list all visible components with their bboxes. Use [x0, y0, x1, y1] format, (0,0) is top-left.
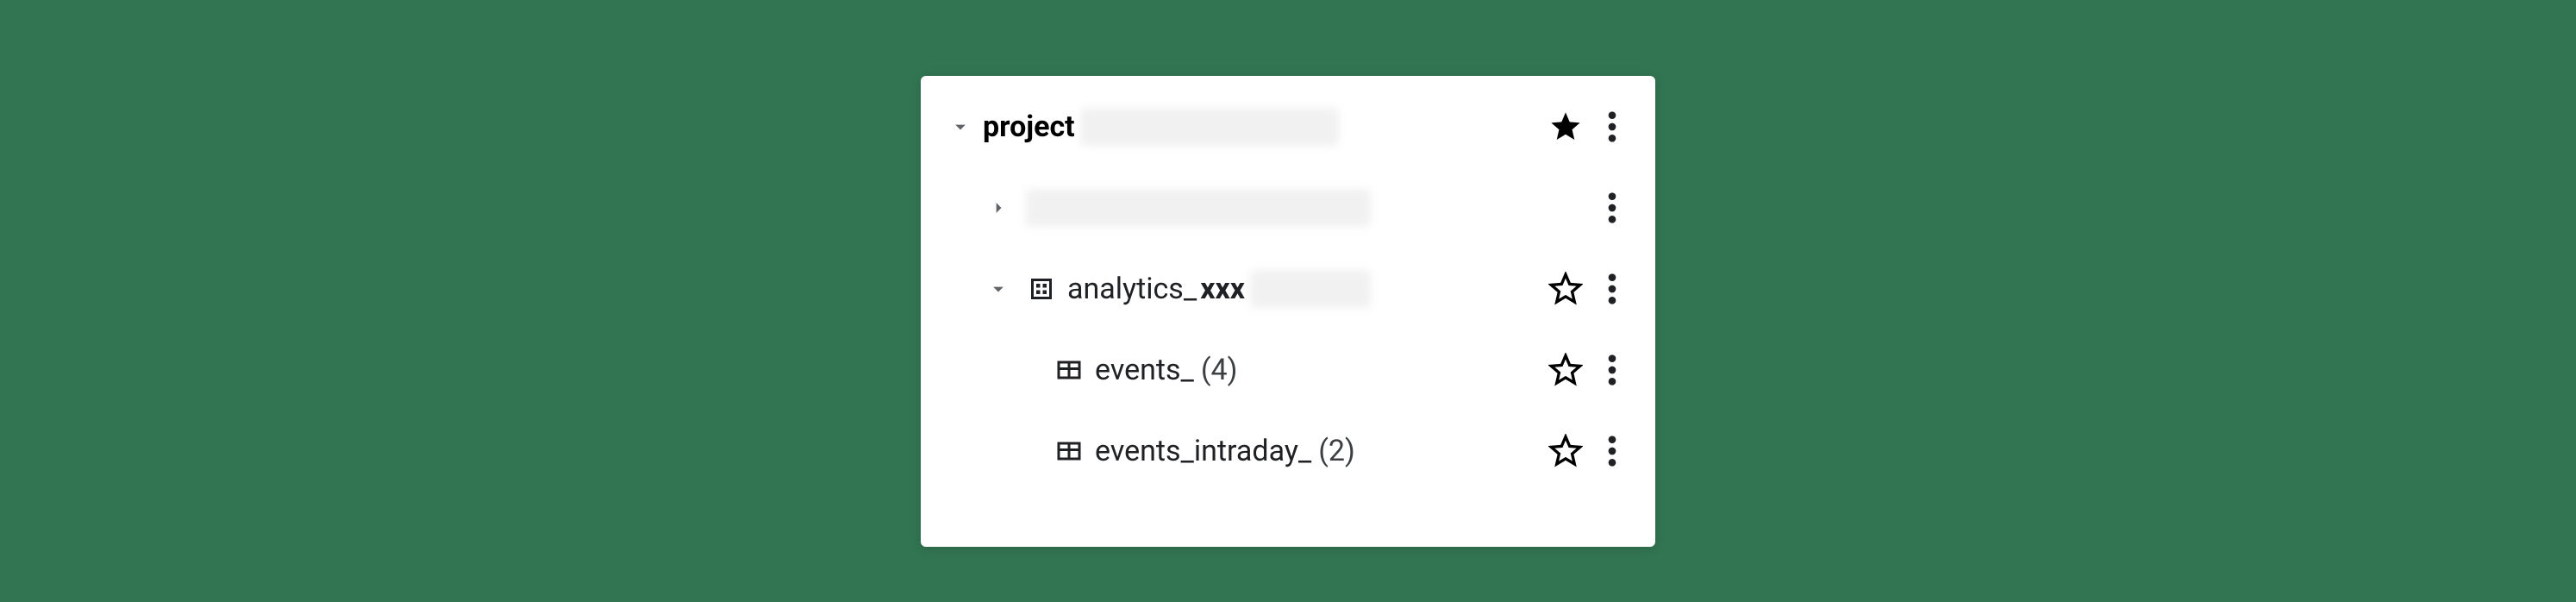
tree-row-dataset-hidden[interactable]: [921, 167, 1655, 248]
star-outline-icon: [1548, 434, 1583, 468]
redacted-text: [1080, 108, 1339, 146]
star-toggle[interactable]: [1541, 353, 1590, 387]
more-vert-icon: [1607, 272, 1617, 306]
table-label: events_intraday_: [1095, 434, 1311, 468]
chevron-down-icon: [986, 277, 1010, 301]
star-filled-icon: [1548, 110, 1583, 144]
more-menu[interactable]: [1595, 434, 1629, 468]
dataset-label-suffix: xxx: [1200, 272, 1245, 306]
dataset-label-prefix: analytics_: [1067, 272, 1197, 306]
star-toggle[interactable]: [1541, 272, 1590, 306]
chevron-down-icon: [948, 115, 972, 139]
more-menu[interactable]: [1595, 110, 1629, 144]
expand-toggle[interactable]: [976, 277, 1021, 301]
table-icon: [1048, 436, 1090, 467]
more-menu[interactable]: [1595, 353, 1629, 387]
expand-toggle[interactable]: [976, 196, 1021, 220]
expand-toggle[interactable]: [938, 115, 983, 139]
star-toggle[interactable]: [1541, 110, 1590, 144]
explorer-tree: project analytics_ xxx: [921, 76, 1655, 547]
table-label: events_: [1095, 353, 1194, 387]
project-label: project: [983, 110, 1075, 144]
star-outline-icon: [1548, 272, 1583, 306]
more-menu[interactable]: [1595, 191, 1629, 225]
table-icon: [1048, 354, 1090, 386]
tree-row-table-events-intraday[interactable]: events_intraday_ (2): [921, 411, 1655, 492]
table-count: (2): [1318, 434, 1355, 468]
tree-row-project[interactable]: project: [921, 86, 1655, 167]
redacted-text: [1026, 189, 1371, 227]
more-menu[interactable]: [1595, 272, 1629, 306]
tree-row-dataset-analytics[interactable]: analytics_ xxx: [921, 248, 1655, 329]
chevron-right-icon: [986, 196, 1010, 220]
star-outline-icon: [1548, 353, 1583, 387]
dataset-icon: [1021, 273, 1062, 304]
more-vert-icon: [1607, 434, 1617, 468]
table-count: (4): [1201, 353, 1238, 387]
more-vert-icon: [1607, 191, 1617, 225]
tree-row-table-events[interactable]: events_ (4): [921, 329, 1655, 411]
more-vert-icon: [1607, 110, 1617, 144]
redacted-text: [1250, 270, 1371, 308]
star-toggle[interactable]: [1541, 434, 1590, 468]
more-vert-icon: [1607, 353, 1617, 387]
